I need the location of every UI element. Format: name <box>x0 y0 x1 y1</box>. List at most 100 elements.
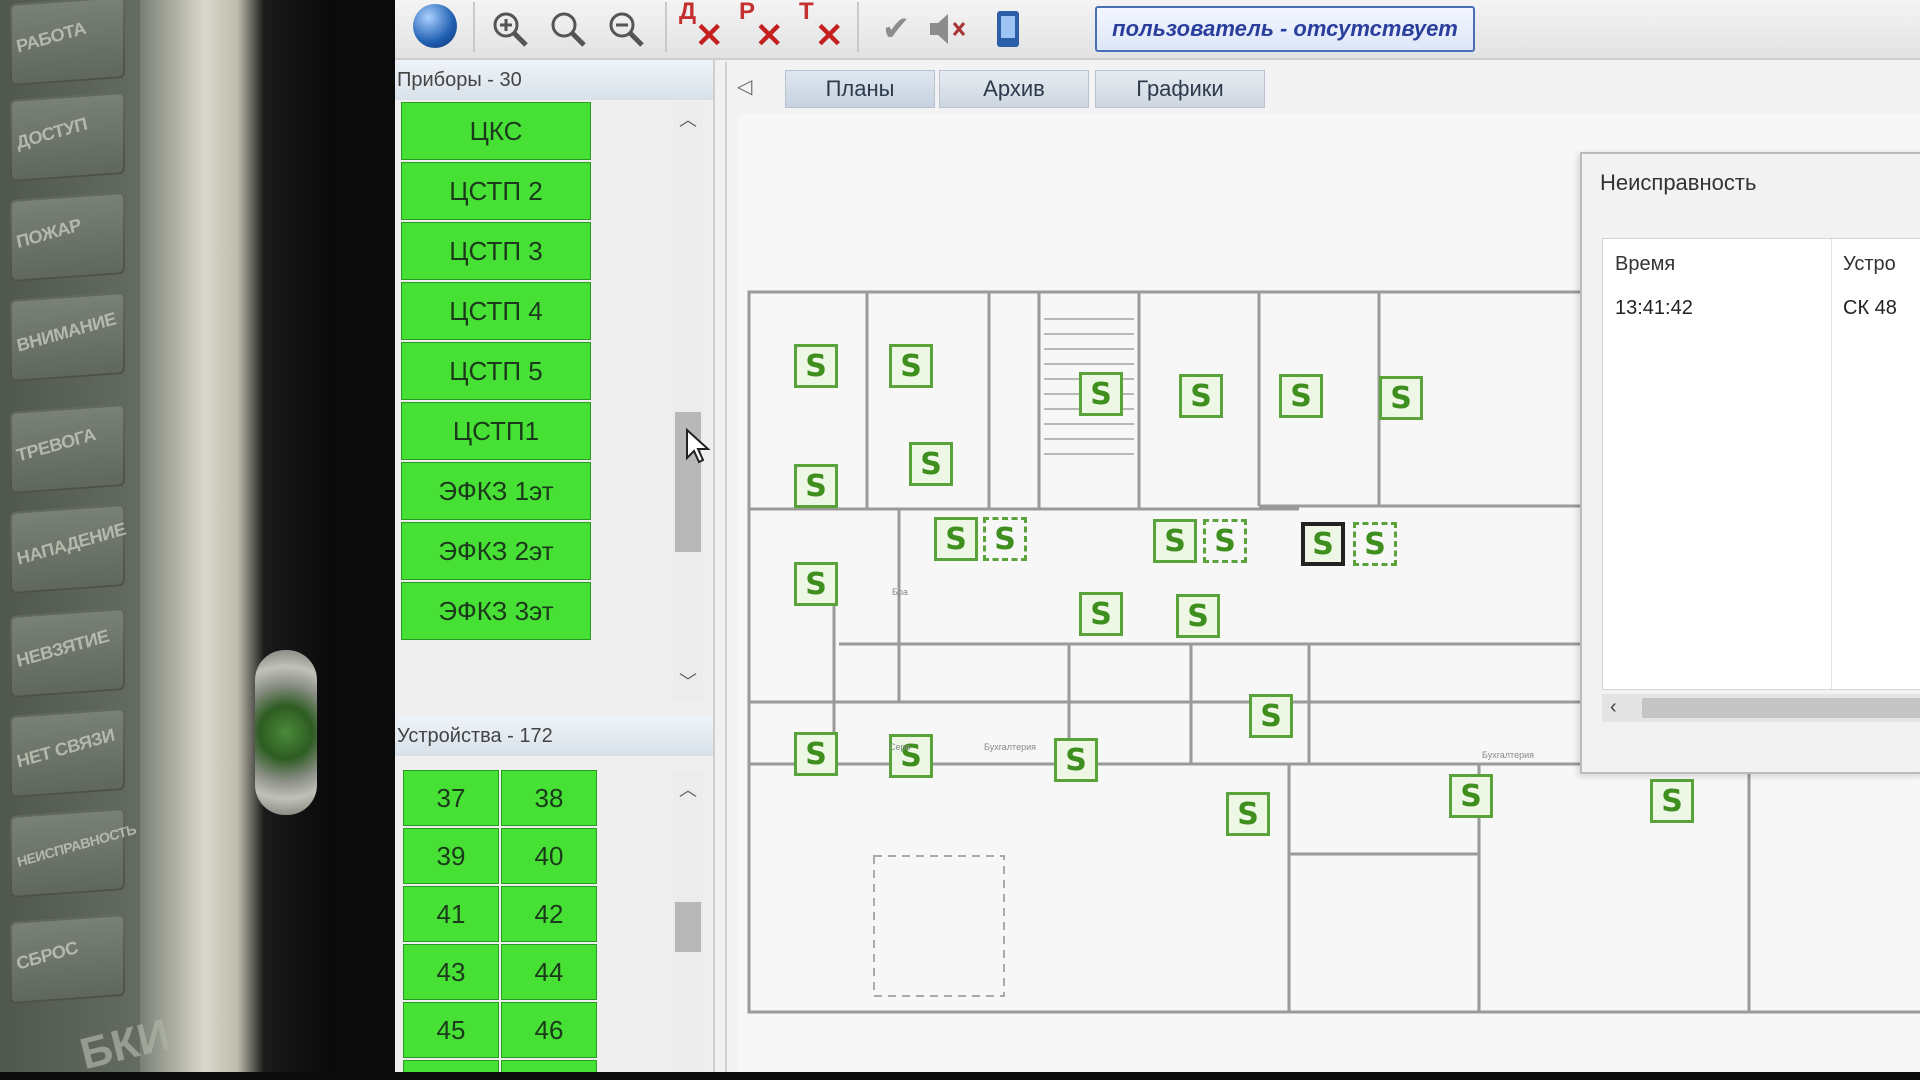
clear-d-icon[interactable]: Д ✕ <box>677 0 727 56</box>
list-item[interactable]: ЭФКЗ 1эт <box>401 462 591 520</box>
list-item[interactable]: ЦСТП 2 <box>401 162 591 220</box>
device-button-fault[interactable]: НЕИСПРАВНОСТЬ <box>10 807 137 899</box>
list-item[interactable]: ЭФКЗ 2эт <box>401 522 591 580</box>
device-button-no-link[interactable]: НЕТ СВЯЗИ <box>10 707 125 799</box>
fault-dialog[interactable]: Неисправность Время Устро 13:41:42 СК 48… <box>1580 152 1920 774</box>
device-cell[interactable]: 37 <box>403 770 499 826</box>
fault-time-cell[interactable]: 13:41:42 <box>1615 297 1693 320</box>
column-divider <box>1831 239 1832 689</box>
device-button-work[interactable]: РАБОТА <box>10 0 125 87</box>
table-row: 43 44 <box>403 944 599 1000</box>
toolbar-divider <box>473 2 475 52</box>
chevron-up-icon[interactable]: ︿ <box>678 110 698 130</box>
zoom-out-icon[interactable] <box>603 6 649 52</box>
clear-t-icon[interactable]: Т ✕ <box>797 0 847 56</box>
chevron-left-icon[interactable]: ‹ <box>1610 696 1617 719</box>
sensor-icon[interactable]: S <box>1379 376 1423 420</box>
scroll-thumb[interactable] <box>1642 698 1920 718</box>
tab-archive[interactable]: Архив <box>939 70 1089 108</box>
zoom-in-icon[interactable] <box>487 6 533 52</box>
device-button-not-armed[interactable]: НЕВЗЯТИЕ <box>10 607 125 699</box>
sensor-icon[interactable]: S <box>889 344 933 388</box>
tab-graphs[interactable]: Графики <box>1095 70 1265 108</box>
sensor-icon[interactable]: S <box>794 562 838 606</box>
sensor-icon[interactable]: S <box>1650 779 1694 823</box>
sensor-icon[interactable]: S <box>889 734 933 778</box>
sensor-icon[interactable]: S <box>934 517 978 561</box>
device-icon[interactable] <box>985 6 1031 52</box>
device-cell[interactable]: 44 <box>501 944 597 1000</box>
sensor-offline-icon[interactable]: S <box>1353 522 1397 566</box>
devices-grid: 37 38 39 40 41 42 43 44 45 46 47 48 <box>403 770 599 1072</box>
device-power-knob[interactable] <box>255 650 317 815</box>
sensor-icon[interactable]: S <box>1301 522 1345 566</box>
sensor-icon[interactable]: S <box>1176 594 1220 638</box>
list-item[interactable]: ЦКС <box>401 102 591 160</box>
device-cell[interactable]: 40 <box>501 828 597 884</box>
devices-scrollbar[interactable]: ︿ <box>673 772 703 1072</box>
alarm-device-panel: РАБОТА ДОСТУП ПОЖАР ВНИМАНИЕ ТРЕВОГА НАП… <box>0 0 330 1079</box>
user-status-field[interactable]: пользователь - отсутствует <box>1095 6 1475 52</box>
sensor-offline-icon[interactable]: S <box>1203 519 1247 563</box>
room-label: Бра <box>892 587 908 597</box>
device-cell[interactable]: 46 <box>501 1002 597 1058</box>
column-header-device[interactable]: Устро <box>1843 253 1896 276</box>
fault-device-cell[interactable]: СК 48 <box>1843 297 1897 320</box>
check-icon[interactable]: ✔ <box>873 6 919 52</box>
device-cell[interactable]: 38 <box>501 770 597 826</box>
device-button-access[interactable]: ДОСТУП <box>10 91 125 183</box>
sensor-icon[interactable]: S <box>794 732 838 776</box>
device-cell[interactable]: 45 <box>403 1002 499 1058</box>
list-item[interactable]: ЭФКЗ 3эт <box>401 582 591 640</box>
tab-plans[interactable]: Планы <box>785 70 935 108</box>
fault-table-hscroll[interactable]: ‹ <box>1602 694 1920 722</box>
list-item[interactable]: ЦСТП 4 <box>401 282 591 340</box>
clear-p-icon[interactable]: Р ✕ <box>737 0 787 56</box>
device-cell[interactable]: 48 <box>501 1060 597 1072</box>
globe-icon[interactable] <box>413 4 457 48</box>
sensor-icon[interactable]: S <box>1249 694 1293 738</box>
sensor-icon[interactable]: S <box>794 344 838 388</box>
table-row: 47 48 <box>403 1060 599 1072</box>
device-cell[interactable]: 47 <box>403 1060 499 1072</box>
device-button-column: РАБОТА ДОСТУП ПОЖАР ВНИМАНИЕ ТРЕВОГА НАП… <box>0 0 140 1072</box>
device-cell[interactable]: 41 <box>403 886 499 942</box>
device-cell[interactable]: 43 <box>403 944 499 1000</box>
instruments-header: Приборы - 30 <box>395 60 713 100</box>
device-button-attention[interactable]: ВНИМАНИЕ <box>10 291 125 383</box>
monitor-screen: Д ✕ Р ✕ Т ✕ ✔ пользователь - отсутствует… <box>395 0 1920 1072</box>
zoom-icon[interactable] <box>545 6 591 52</box>
device-button-fire[interactable]: ПОЖАР <box>10 191 125 283</box>
sensor-icon[interactable]: S <box>1226 792 1270 836</box>
sensor-icon[interactable]: S <box>794 464 838 508</box>
sensor-icon[interactable]: S <box>1079 372 1123 416</box>
list-item[interactable]: ЦСТП 5 <box>401 342 591 400</box>
sensor-icon[interactable]: S <box>1153 519 1197 563</box>
table-row: 37 38 <box>403 770 599 826</box>
device-button-attack[interactable]: НАПАДЕНИЕ <box>10 503 127 595</box>
devices-header: Устройства - 172 <box>395 716 713 756</box>
device-cell[interactable]: 39 <box>403 828 499 884</box>
sensor-icon[interactable]: S <box>1179 374 1223 418</box>
device-cell[interactable]: 42 <box>501 886 597 942</box>
chevron-left-icon[interactable]: ◁ <box>737 74 752 99</box>
sensor-icon[interactable]: S <box>1279 374 1323 418</box>
mute-icon[interactable] <box>925 6 971 52</box>
sensor-offline-icon[interactable]: S <box>983 517 1027 561</box>
scroll-thumb[interactable] <box>675 902 701 952</box>
list-item[interactable]: ЦСТП 3 <box>401 222 591 280</box>
sensor-icon[interactable]: S <box>1054 738 1098 782</box>
mouse-cursor-icon <box>685 427 711 469</box>
list-item[interactable]: ЦСТП1 <box>401 402 591 460</box>
fault-table: Время Устро 13:41:42 СК 48 <box>1602 238 1920 690</box>
device-button-reset[interactable]: СБРОС <box>10 913 125 1005</box>
device-button-alarm[interactable]: ТРЕВОГА <box>10 403 125 495</box>
room-label: Бухгалтерия <box>984 742 1036 752</box>
sensor-icon[interactable]: S <box>909 442 953 486</box>
chevron-up-icon[interactable]: ︿ <box>678 780 698 800</box>
column-header-time[interactable]: Время <box>1615 253 1675 276</box>
sensor-icon[interactable]: S <box>1449 774 1493 818</box>
chevron-down-icon[interactable]: ﹀ <box>678 672 698 692</box>
sensor-icon[interactable]: S <box>1079 592 1123 636</box>
instruments-scrollbar[interactable]: ︿ ﹀ <box>673 102 703 702</box>
